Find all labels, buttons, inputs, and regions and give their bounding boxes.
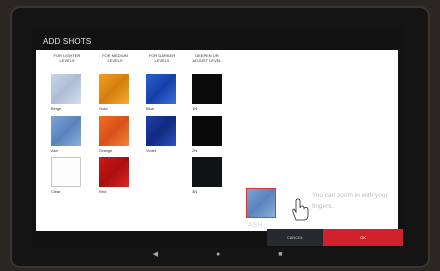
swatch-label-blue: Blue	[146, 106, 155, 111]
swatch-label-red: Red	[99, 189, 107, 194]
swatch-clear[interactable]	[51, 157, 81, 187]
swatch-violet[interactable]	[146, 116, 176, 146]
swatch-label-clear: Clear	[51, 189, 61, 194]
swatch-label-2n: 2N	[192, 148, 198, 153]
swatch-label-ash: Ash	[51, 148, 58, 153]
zoom-hint-text: You can zoom in with your fingers.	[312, 192, 388, 210]
recents-icon[interactable]: ■	[278, 251, 282, 258]
swatch-blue[interactable]	[146, 74, 176, 104]
swatch-label-violet: Violet	[146, 148, 156, 153]
swatch-label-3n: 3N	[192, 189, 198, 194]
column-header-lighter: FOR LIGHTER LEVELS	[53, 53, 81, 63]
swatch-label-gold: Gold	[99, 106, 108, 111]
selected-swatch-label: ASH	[248, 222, 263, 229]
pinch-zoom-icon	[286, 193, 309, 221]
android-navbar: ◀ ● ■	[31, 247, 404, 261]
home-icon[interactable]: ●	[216, 251, 220, 258]
swatch-orange[interactable]	[99, 116, 129, 146]
swatch-gold[interactable]	[99, 74, 129, 104]
back-icon[interactable]: ◀	[153, 250, 158, 258]
selected-swatch-preview[interactable]	[246, 188, 276, 218]
swatch-ash[interactable]	[51, 116, 81, 146]
swatch-red[interactable]	[99, 157, 129, 187]
swatch-label-1n: 1N	[192, 106, 198, 111]
column-header-medium: FOR MEDIUM LEVELS	[102, 53, 128, 63]
swatch-label-orange: Orange	[99, 148, 113, 153]
swatch-beige[interactable]	[51, 74, 81, 104]
swatch-label-beige: Beige	[51, 106, 62, 111]
ok-button[interactable]: OK	[323, 229, 403, 246]
page-title: ADD SHOTS	[43, 37, 92, 46]
app-screen: ADD SHOTS FOR LIGHTER LEVELS FOR MEDIUM …	[31, 26, 404, 247]
column-header-darker: FOR DARKER LEVELS	[148, 53, 176, 63]
cancel-button[interactable]: CANCEL	[267, 229, 323, 246]
swatch-1n[interactable]	[192, 74, 222, 104]
swatch-2n[interactable]	[192, 116, 222, 146]
column-header-deepen: DEEPEN OR ADJUST LEVEL	[192, 53, 222, 63]
swatch-3n[interactable]	[192, 157, 222, 187]
